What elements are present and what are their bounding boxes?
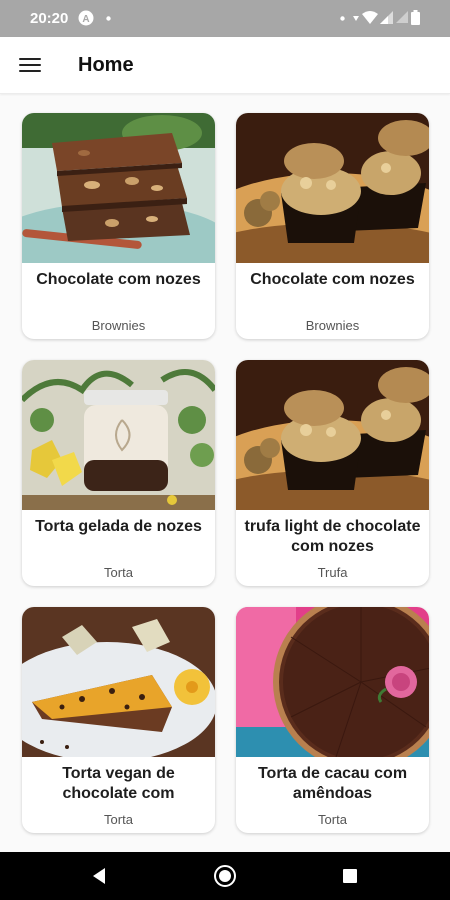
battery-icon	[411, 10, 420, 25]
svg-text:A: A	[82, 14, 89, 25]
recipe-category: Brownies	[91, 318, 146, 333]
recipe-card[interactable]: Torta de cacau com amêndoas Torta	[236, 607, 429, 833]
recipe-image-vegan-tart-slice	[22, 607, 215, 757]
recipe-image-brownie	[22, 113, 215, 263]
status-dot-icon	[340, 16, 345, 21]
recipe-name: Torta gelada de nozes	[35, 518, 202, 535]
recipe-image-cacao-cake	[236, 607, 429, 757]
signal-weak-icon	[396, 11, 408, 23]
recipe-name: Chocolate com nozes	[250, 271, 415, 288]
back-triangle-icon[interactable]	[88, 864, 112, 888]
recipe-name: trufa light de chocolate com nozes	[244, 518, 421, 555]
notification-dot-icon	[106, 16, 111, 21]
wifi-icon	[362, 11, 378, 24]
recipe-image-walnut-truffles	[236, 113, 429, 263]
recipe-image-walnut-truffles	[236, 360, 429, 510]
recipe-category: Brownies	[305, 318, 360, 333]
recipe-category: Trufa	[317, 565, 348, 580]
hamburger-menu-icon[interactable]	[17, 53, 45, 77]
data-arrow-icon	[353, 16, 359, 21]
recipe-category: Torta	[104, 565, 133, 580]
system-nav-bar	[0, 852, 450, 900]
recents-square-icon[interactable]	[338, 864, 362, 888]
recipe-card[interactable]: Torta gelada de nozes Torta	[22, 360, 215, 586]
page-title: Home	[78, 54, 134, 76]
app-bar: Home	[0, 37, 450, 94]
status-bar: 20:20 A	[0, 0, 450, 37]
recipe-category: Torta	[104, 812, 133, 827]
home-circle-icon[interactable]	[213, 864, 237, 888]
recipe-name: Torta vegan de chocolate com	[62, 765, 175, 802]
recipe-card[interactable]: Chocolate com nozes Brownies	[22, 113, 215, 339]
recipe-name: Torta de cacau com amêndoas	[257, 765, 408, 802]
signal-icon	[380, 11, 393, 24]
recipe-image-jar-dessert	[22, 360, 215, 510]
recipe-card[interactable]: Torta vegan de chocolate com Torta	[22, 607, 215, 833]
recipe-card[interactable]: Chocolate com nozes Brownies	[236, 113, 429, 339]
recipe-category: Torta	[318, 812, 347, 827]
notification-a-icon: A	[78, 10, 94, 26]
status-time: 20:20	[30, 10, 69, 27]
recipe-card[interactable]: trufa light de chocolate com nozes Trufa	[236, 360, 429, 586]
recipe-name: Chocolate com nozes	[36, 271, 201, 288]
